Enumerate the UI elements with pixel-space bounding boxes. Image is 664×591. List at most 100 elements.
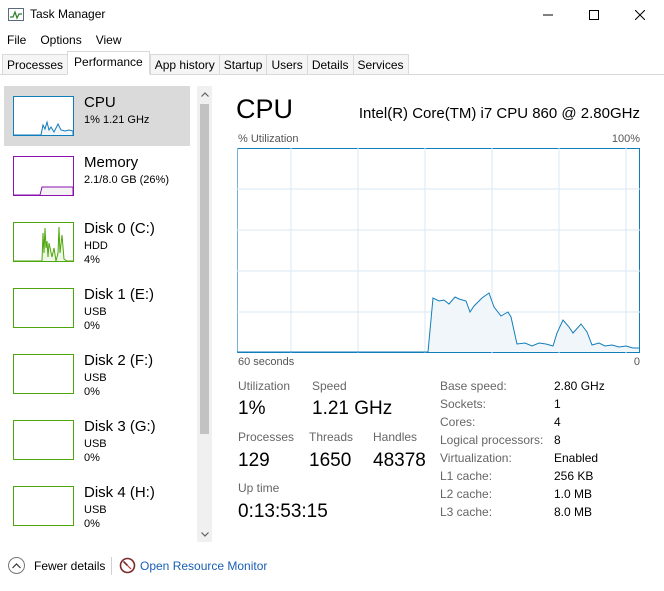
- chevron-up-icon: [12, 562, 21, 568]
- menu-file[interactable]: File: [0, 30, 33, 50]
- spec-value: 8: [554, 433, 561, 447]
- spec-label: L2 cache:: [440, 487, 493, 501]
- sidebar-scrollbar[interactable]: [197, 86, 212, 542]
- disk-thumbnail: [13, 222, 74, 262]
- sidebar-item-label: CPU: [84, 94, 116, 111]
- spec-value: Enabled: [554, 451, 599, 465]
- fewer-details-link[interactable]: Fewer details: [34, 559, 105, 573]
- resource-sidebar: CPU 1% 1.21 GHz Memory 2.1/8.0 GB (26%) …: [4, 86, 212, 542]
- graph-x-min-label: 0: [633, 356, 640, 368]
- chevron-down-icon: [200, 531, 209, 537]
- processes-value: 129: [238, 450, 270, 471]
- sidebar-item-disk-2[interactable]: Disk 2 (F:) USB 0%: [4, 344, 190, 404]
- disk-thumbnail: [13, 420, 74, 460]
- graph-x-label: 60 seconds: [238, 356, 295, 368]
- sidebar-item-usage: 0%: [84, 320, 100, 332]
- uptime-value: 0:13:53:15: [238, 501, 328, 522]
- resource-monitor-icon: [119, 557, 136, 574]
- sidebar-item-label: Disk 4 (H:): [84, 484, 155, 501]
- graph-y-label: % Utilization: [238, 133, 299, 145]
- processes-label: Processes: [238, 430, 295, 444]
- maximize-button[interactable]: [571, 0, 617, 30]
- speed-label: Speed: [312, 379, 347, 393]
- handles-label: Handles: [373, 430, 418, 444]
- window-title: Task Manager: [30, 7, 106, 21]
- chevron-up-icon: [200, 91, 209, 97]
- sidebar-item-label: Disk 1 (E:): [84, 286, 155, 303]
- spec-value: 2.80 GHz: [554, 379, 605, 393]
- handles-value: 48378: [373, 450, 426, 471]
- menu-view[interactable]: View: [89, 30, 129, 50]
- spec-label: L1 cache:: [440, 469, 493, 483]
- tab-app-history[interactable]: App history: [149, 54, 219, 75]
- task-manager-icon: [8, 8, 24, 21]
- spec-value: 8.0 MB: [554, 505, 593, 519]
- sidebar-item-label: Memory: [84, 154, 139, 171]
- sidebar-item-detail: USB: [84, 438, 107, 450]
- spec-value: 1: [554, 397, 561, 411]
- sidebar-item-label: Disk 0 (C:): [84, 220, 155, 237]
- speed-value: 1.21 GHz: [312, 398, 393, 419]
- spec-value: 4: [554, 415, 561, 429]
- uptime-label: Up time: [238, 481, 280, 495]
- sidebar-item-detail: USB: [84, 372, 107, 384]
- footer-bar: Fewer details Open Resource Monitor: [0, 552, 664, 582]
- disk-thumbnail: [13, 486, 74, 526]
- sidebar-item-label: Disk 3 (G:): [84, 418, 156, 435]
- cpu-thumbnail: [13, 96, 74, 136]
- scroll-up-button[interactable]: [197, 86, 212, 102]
- sidebar-item-disk-3[interactable]: Disk 3 (G:) USB 0%: [4, 410, 190, 470]
- tab-processes[interactable]: Processes: [2, 54, 68, 75]
- threads-value: 1650: [309, 450, 352, 471]
- sidebar-item-usage: 0%: [84, 386, 100, 398]
- open-resource-monitor-link[interactable]: Open Resource Monitor: [140, 559, 267, 573]
- cpu-model-name: Intel(R) Core(TM) i7 CPU 860 @ 2.80GHz: [358, 105, 640, 122]
- scroll-down-button[interactable]: [197, 526, 212, 542]
- sidebar-item-disk-0[interactable]: Disk 0 (C:) HDD 4%: [4, 212, 190, 272]
- menu-bar: File Options View: [0, 30, 129, 50]
- disk-thumbnail: [13, 354, 74, 394]
- tab-details[interactable]: Details: [306, 54, 353, 75]
- fewer-details-button[interactable]: [8, 557, 25, 574]
- spec-label: Sockets:: [440, 397, 487, 411]
- graph-y-max-label: 100%: [611, 133, 640, 145]
- close-icon: [635, 10, 645, 20]
- sidebar-item-detail: 1% 1.21 GHz: [84, 114, 150, 126]
- close-button[interactable]: [617, 0, 663, 30]
- sidebar-item-usage: 0%: [84, 518, 100, 530]
- spec-label: Cores:: [440, 415, 476, 429]
- sidebar-item-disk-4[interactable]: Disk 4 (H:) USB 0%: [4, 476, 190, 536]
- sidebar-item-disk-1[interactable]: Disk 1 (E:) USB 0%: [4, 278, 190, 338]
- sidebar-item-usage: 0%: [84, 452, 100, 464]
- sidebar-item-detail: 2.1/8.0 GB (26%): [84, 174, 169, 186]
- scroll-thumb[interactable]: [200, 104, 209, 434]
- title-bar[interactable]: Task Manager: [0, 0, 664, 30]
- spec-label: Virtualization:: [440, 451, 512, 465]
- minimize-button[interactable]: [525, 0, 571, 30]
- tab-strip: Processes Performance App history Startu…: [2, 51, 409, 75]
- memory-thumbnail: [13, 156, 74, 196]
- menu-options[interactable]: Options: [33, 30, 88, 50]
- spec-value: 256 KB: [554, 469, 594, 483]
- maximize-icon: [589, 10, 599, 20]
- spec-label: Base speed:: [440, 379, 507, 393]
- threads-label: Threads: [309, 430, 354, 444]
- tab-services[interactable]: Services: [352, 54, 409, 75]
- tab-performance[interactable]: Performance: [67, 51, 150, 75]
- tab-startup[interactable]: Startup: [218, 54, 267, 75]
- spec-label: Logical processors:: [440, 433, 544, 447]
- sidebar-item-usage: 4%: [84, 254, 100, 266]
- spec-label: L3 cache:: [440, 505, 493, 519]
- sidebar-item-cpu[interactable]: CPU 1% 1.21 GHz: [4, 86, 190, 146]
- cpu-utilization-graph: [236, 148, 640, 353]
- sidebar-item-memory[interactable]: Memory 2.1/8.0 GB (26%): [4, 146, 190, 206]
- utilization-label: Utilization: [238, 379, 291, 393]
- minimize-icon: [543, 14, 553, 16]
- spec-value: 1.0 MB: [554, 487, 593, 501]
- sidebar-item-detail: HDD: [84, 240, 108, 252]
- sidebar-item-detail: USB: [84, 504, 107, 516]
- sidebar-item-label: Disk 2 (F:): [84, 352, 154, 369]
- tab-users[interactable]: Users: [266, 54, 307, 75]
- utilization-value: 1%: [238, 398, 266, 419]
- page-title: CPU: [236, 94, 294, 124]
